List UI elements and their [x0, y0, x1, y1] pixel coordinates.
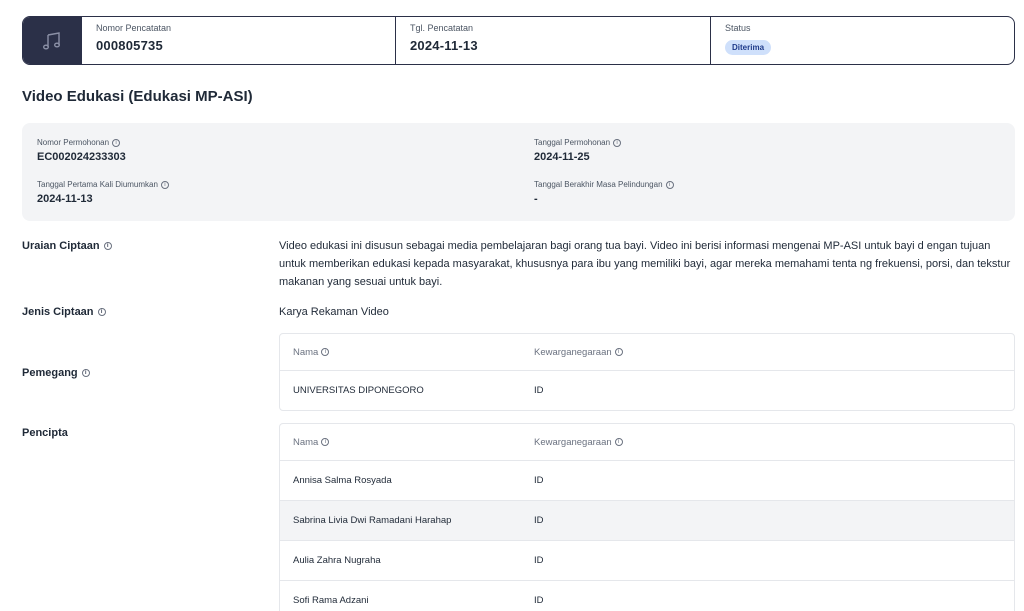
music-note-icon: [23, 17, 81, 64]
tanggal-permohonan-value: 2024-11-25: [534, 151, 590, 163]
tanggal-berakhir-label: Tanggal Berakhir Masa Pelindungan: [534, 180, 663, 189]
pemegang-label-text: Pemegang: [22, 367, 78, 379]
pencipta-label-text: Pencipta: [22, 427, 68, 439]
status-label: Status: [725, 23, 751, 33]
info-icon[interactable]: i: [614, 348, 623, 356]
cell-nama: Aulia Zahra Nugraha: [293, 555, 381, 566]
info-icon[interactable]: i: [103, 242, 112, 250]
info-icon[interactable]: i: [81, 369, 90, 377]
uraian-ciptaan-label-text: Uraian Ciptaan: [22, 240, 100, 252]
info-icon[interactable]: i: [321, 438, 330, 446]
info-icon[interactable]: i: [160, 180, 169, 189]
table-row: Aulia Zahra Nugraha ID: [280, 540, 1014, 580]
column-header-nama: Nama: [293, 346, 319, 358]
table-header-row: Nama i Kewarganegaraan i: [280, 424, 1014, 460]
cell-kewarganegaraan: ID: [534, 385, 544, 396]
info-icon[interactable]: i: [614, 438, 623, 446]
info-icon[interactable]: i: [112, 138, 121, 147]
cell-nama: Sofi Rama Adzani: [293, 595, 369, 606]
cell-kewarganegaraan: ID: [534, 555, 544, 566]
tanggal-diumumkan-label: Tanggal Pertama Kali Diumumkan: [37, 180, 158, 189]
cell-nama: Annisa Salma Rosyada: [293, 475, 392, 486]
jenis-ciptaan-label: Jenis Ciptaan i: [22, 306, 106, 318]
tgl-pencatatan-value: 2024-11-13: [410, 38, 478, 53]
tgl-pencatatan: Tgl. Pencatatan 2024-11-13: [395, 17, 710, 64]
nomor-pencatatan-value: 000805735: [96, 38, 163, 53]
tanggal-permohonan: Tanggal Permohonan i 2024-11-25: [534, 138, 622, 163]
table-header-row: Nama i Kewarganegaraan i: [280, 334, 1014, 370]
column-header-nama: Nama: [293, 436, 319, 448]
tgl-pencatatan-label: Tgl. Pencatatan: [410, 23, 474, 33]
jenis-ciptaan-label-text: Jenis Ciptaan: [22, 306, 94, 318]
info-icon[interactable]: i: [665, 180, 674, 189]
table-row: Sabrina Livia Dwi Ramadani Harahap ID: [280, 500, 1014, 540]
pencipta-table: Nama i Kewarganegaraan i Annisa Salma Rosy…: [279, 423, 1015, 611]
pemegang-label: Pemegang i: [22, 367, 90, 379]
cell-nama: UNIVERSITAS DIPONEGORO: [293, 385, 424, 396]
tanggal-berakhir: Tanggal Berakhir Masa Pelindungan i -: [534, 180, 674, 205]
nomor-permohonan: Nomor Permohonan i EC002024233303: [37, 138, 126, 163]
tanggal-diumumkan: Tanggal Pertama Kali Diumumkan i 2024-11-…: [37, 180, 169, 205]
tanggal-berakhir-value: -: [534, 193, 538, 205]
uraian-ciptaan-value: Video edukasi ini disusun sebagai media …: [279, 240, 1011, 288]
cell-nama: Sabrina Livia Dwi Ramadani Harahap: [293, 515, 452, 526]
cell-kewarganegaraan: ID: [534, 595, 544, 606]
jenis-ciptaan-value: Karya Rekaman Video: [279, 306, 389, 318]
nomor-permohonan-label: Nomor Permohonan: [37, 138, 110, 147]
tanggal-permohonan-label: Tanggal Permohonan: [534, 138, 611, 147]
status: Status Diterima: [710, 17, 1014, 64]
nomor-permohonan-value: EC002024233303: [37, 151, 126, 163]
column-header-kewarganegaraan: Kewarganegaraan: [534, 436, 612, 448]
page-title: Video Edukasi (Edukasi MP-ASI): [22, 88, 253, 105]
cell-kewarganegaraan: ID: [534, 515, 544, 526]
pencipta-label: Pencipta: [22, 427, 68, 439]
info-icon[interactable]: i: [613, 138, 622, 147]
tanggal-diumumkan-value: 2024-11-13: [37, 193, 93, 205]
nomor-pencatatan-label: Nomor Pencatatan: [96, 23, 172, 33]
info-icon[interactable]: i: [97, 308, 106, 316]
table-row: UNIVERSITAS DIPONEGORO ID: [280, 370, 1014, 410]
uraian-ciptaan-label: Uraian Ciptaan i: [22, 240, 112, 252]
info-icon[interactable]: i: [321, 348, 330, 356]
nomor-pencatatan: Nomor Pencatatan 000805735: [81, 17, 395, 64]
record-header-card: Nomor Pencatatan 000805735 Tgl. Pencatat…: [22, 16, 1015, 65]
column-header-kewarganegaraan: Kewarganegaraan: [534, 346, 612, 358]
table-row: Sofi Rama Adzani ID: [280, 580, 1014, 611]
cell-kewarganegaraan: ID: [534, 475, 544, 486]
application-info-panel: Nomor Permohonan i EC002024233303 Tanggal…: [22, 123, 1015, 221]
status-badge: Diterima: [725, 40, 772, 55]
pemegang-table: Nama i Kewarganegaraan i UNIVERSITAS DIPON…: [279, 333, 1015, 411]
table-row: Annisa Salma Rosyada ID: [280, 460, 1014, 500]
